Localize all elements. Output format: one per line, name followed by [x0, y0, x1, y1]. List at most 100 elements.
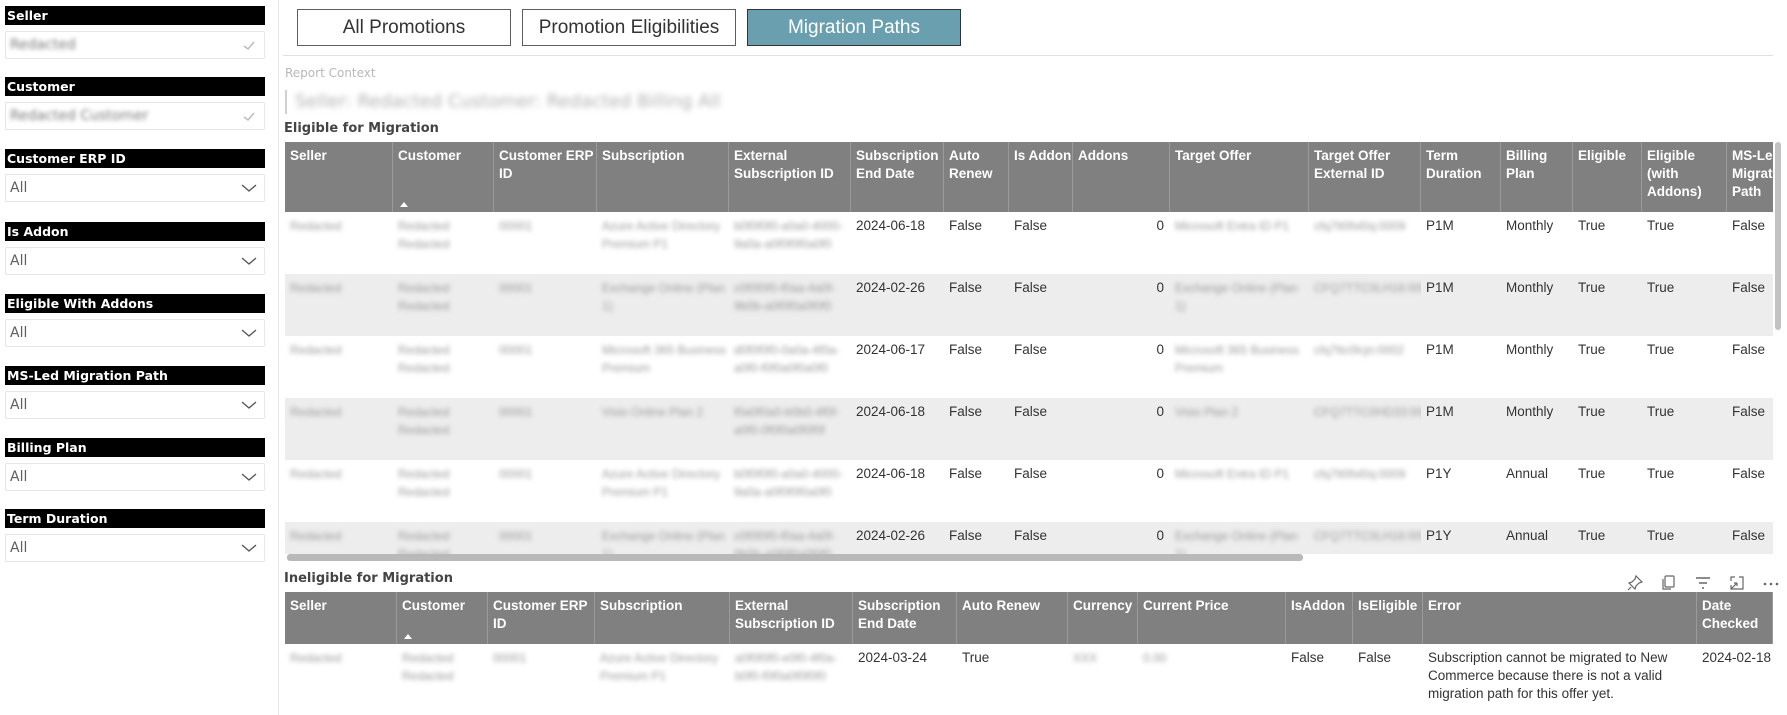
column-header[interactable]: Subscription — [595, 592, 730, 644]
redacted-value: 00001 — [499, 219, 533, 233]
table-cell: Exchange Online (Plan 1) — [1170, 274, 1309, 336]
column-header[interactable]: Seller — [285, 592, 397, 644]
table-cell: False — [1014, 218, 1048, 233]
column-header[interactable]: Customer ERP ID — [488, 592, 595, 644]
redacted-value: 0.00 — [1143, 651, 1167, 665]
column-header[interactable]: Eligible — [1573, 142, 1642, 212]
column-header[interactable]: Seller — [285, 142, 393, 212]
table-cell: False — [1358, 650, 1392, 665]
table-cell: a0f0f0f0-e0f0-4f0a-b0f0-f0f0a0f0f0f0 — [730, 644, 853, 715]
filter-icon[interactable] — [1694, 574, 1712, 592]
customer-search[interactable]: Redacted Customer — [5, 102, 265, 130]
column-header[interactable]: Error — [1423, 592, 1697, 644]
pin-icon[interactable] — [1626, 574, 1644, 592]
column-header[interactable]: Customer ERP ID — [494, 142, 597, 212]
redacted-value: Visio Online Plan 2 — [602, 405, 704, 419]
is-addon-slicer: Is Addon All — [5, 222, 265, 275]
table-cell: Redacted — [285, 398, 393, 460]
billing-plan-dropdown[interactable]: All — [5, 463, 265, 491]
check-icon — [243, 41, 255, 51]
vertical-scrollbar[interactable] — [1775, 142, 1781, 330]
table-cell: 00001 — [494, 522, 597, 554]
column-header[interactable]: Customer — [393, 142, 494, 212]
table-cell: 2024-06-18 — [856, 404, 926, 419]
redacted-value: f0a0f0a0-b0b0-4f0f-a0f0-0f0f0a0f0f0f — [734, 405, 840, 437]
table-cell: Azure Active Directory Premium P1 — [595, 644, 730, 715]
table-cell: CFQ7TTC0HD33:0001 — [1309, 398, 1421, 460]
column-header[interactable]: Target Offer External ID — [1309, 142, 1421, 212]
column-header[interactable]: Date Checked — [1697, 592, 1773, 644]
column-header[interactable]: Subscription End Date — [853, 592, 957, 644]
table-cell: 0 — [1156, 218, 1164, 233]
tab-all-promotions[interactable]: All Promotions — [297, 9, 511, 46]
table-row[interactable]: Redacted Redacted Redacted 00001 Exchange O… — [285, 522, 1773, 554]
column-header[interactable]: Subscription — [597, 142, 729, 212]
column-header[interactable]: Term Duration — [1421, 142, 1501, 212]
table-row[interactable]: Redacted Redacted Redacted 00001 Microsoft … — [285, 336, 1773, 398]
table-cell: f0a0f0a0-b0b0-4f0f-a0f0-0f0f0a0f0f0f — [729, 398, 851, 460]
table-row[interactable]: Redacted Redacted Redacted 00001 Visio Onli… — [285, 398, 1773, 460]
customer-erp-id-dropdown[interactable]: All — [5, 174, 265, 202]
column-header[interactable]: IsAddon — [1286, 592, 1353, 644]
term-duration-dropdown[interactable]: All — [5, 534, 265, 562]
table-row[interactable]: Redacted Redacted Redacted 00001 Azure Acti… — [285, 460, 1773, 522]
redacted-value: Exchange Online (Plan 1) — [1175, 529, 1298, 554]
redacted-value: Redacted — [290, 405, 342, 419]
redacted-value: CFQ7TTC0HD33:0001 — [1314, 405, 1421, 419]
table-cell: Microsoft 365 Business Premium — [1170, 336, 1309, 398]
column-header[interactable]: Auto Renew — [944, 142, 1009, 212]
eligible-section-title: Eligible for Migration — [284, 121, 439, 136]
redacted-value: Redacted Redacted — [398, 405, 450, 437]
table-cell: 2024-02-18 — [1702, 650, 1772, 665]
table-cell: 0 — [1156, 528, 1164, 543]
eligible-with-addons-dropdown[interactable]: All — [5, 319, 265, 347]
table-cell: True — [1647, 218, 1675, 233]
table-cell: Exchange Online (Plan 1) — [597, 522, 729, 554]
column-header[interactable]: MS-Led Migration Path — [1727, 142, 1773, 212]
column-header[interactable]: Target Offer — [1170, 142, 1309, 212]
table-row[interactable]: Redacted Redacted Redacted 00001 Exchange O… — [285, 274, 1773, 336]
column-header[interactable]: Is Addon — [1009, 142, 1073, 212]
redacted-value: XXX — [1073, 651, 1098, 665]
column-header[interactable]: External Subscription ID — [729, 142, 851, 212]
redacted-value: Microsoft 365 Business Premium — [1175, 343, 1300, 375]
column-header[interactable]: Currency — [1068, 592, 1138, 644]
eligible-table: Seller Customer Customer ERP ID Subscriptio… — [285, 142, 1773, 554]
table-cell: Redacted — [285, 522, 393, 554]
column-header[interactable]: Billing Plan — [1501, 142, 1573, 212]
tab-migration-paths[interactable]: Migration Paths — [747, 9, 961, 46]
table-row[interactable]: Redacted Redacted Redacted 00001 Azure Acti… — [285, 644, 1773, 715]
is-addon-dropdown[interactable]: All — [5, 247, 265, 275]
column-header[interactable]: Subscription End Date — [851, 142, 944, 212]
column-header[interactable]: Current Price — [1138, 592, 1286, 644]
horizontal-scrollbar[interactable] — [287, 554, 1303, 561]
tab-promotion-eligibilities[interactable]: Promotion Eligibilities — [522, 9, 736, 46]
table-cell: False — [949, 280, 983, 295]
table-cell: True — [1578, 404, 1606, 419]
ms-led-migration-path-dropdown[interactable]: All — [5, 391, 265, 419]
column-header[interactable]: Auto Renew — [957, 592, 1068, 644]
seller-search[interactable]: Redacted — [5, 31, 265, 59]
redacted-value: c0f0f0f0-f0aa-4a0f-9b0b-a0f0f0a0f0f0 — [734, 529, 836, 554]
table-cell: False — [1014, 404, 1048, 419]
table-cell: False — [1014, 342, 1048, 357]
table-cell: Annual — [1506, 528, 1549, 543]
table-cell: Redacted Redacted — [393, 212, 494, 274]
table-row[interactable]: Redacted Redacted Redacted 00001 Azure Acti… — [285, 212, 1773, 274]
column-header[interactable]: Customer — [397, 592, 488, 644]
copy-icon[interactable] — [1660, 574, 1678, 592]
table-cell: d0f0f0f0-0a0a-4f0a-a0f0-f0f0a0f0a0f0 — [729, 336, 851, 398]
focus-mode-icon[interactable] — [1728, 574, 1746, 592]
column-header[interactable]: Eligible (with Addons) — [1642, 142, 1727, 212]
redacted-value: Microsoft 365 Business Premium — [602, 343, 727, 375]
column-header[interactable]: IsEligible — [1353, 592, 1423, 644]
more-options-icon[interactable] — [1762, 574, 1780, 592]
redacted-value: 00001 — [499, 405, 533, 419]
column-header[interactable]: External Subscription ID — [730, 592, 853, 644]
redacted-value: cfq7ttc0lcjn:0002 — [1314, 343, 1405, 357]
table-cell: cfq7tt0fxl0q:0009 — [1309, 212, 1421, 274]
table-cell: False — [1732, 218, 1766, 233]
redacted-value: cfq7tt0fxl0q:0009 — [1314, 219, 1406, 233]
term-duration-slicer: Term Duration All — [5, 509, 265, 562]
column-header[interactable]: Addons — [1073, 142, 1170, 212]
